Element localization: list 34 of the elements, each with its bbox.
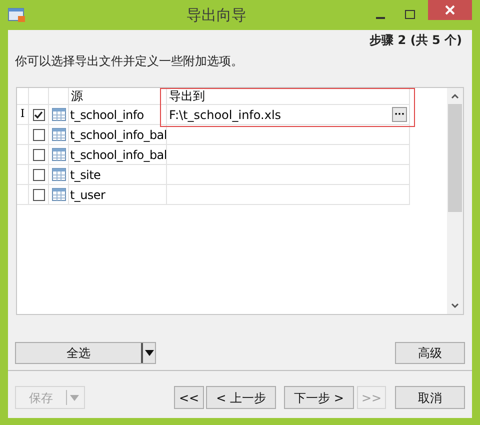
wizard-button[interactable]: << — [174, 386, 204, 409]
checkbox[interactable] — [32, 168, 44, 180]
advanced-button[interactable]: 高级 — [395, 342, 465, 364]
scrollbar-thumb[interactable] — [448, 104, 462, 212]
path-field[interactable]: F:\t_school_info.xls — [169, 106, 282, 124]
checkbox[interactable] — [32, 108, 44, 120]
wizard-button[interactable]: 下一步 > — [284, 386, 354, 409]
window-title: 导出向导 — [186, 4, 248, 26]
checkbox[interactable] — [32, 128, 44, 140]
step-indicator: 步骤 2 (共 5 个) — [370, 32, 462, 49]
select-all-button[interactable]: 全选 — [15, 342, 156, 364]
table-cell-text: t_school_info_bal — [70, 146, 166, 164]
browse-button[interactable]: ··· — [392, 107, 407, 122]
description-text: 你可以选择导出文件并定义一些附加选项。 — [15, 54, 243, 68]
table-icon — [52, 188, 66, 201]
table-icon — [52, 128, 66, 141]
row-marker: I — [20, 106, 25, 122]
column-header[interactable]: 源 — [69, 88, 167, 105]
app-icon — [8, 8, 25, 22]
wizard-button[interactable]: < 上一步 — [206, 386, 276, 409]
wizard-button[interactable]: 取消 — [395, 386, 465, 409]
caret-icon — [70, 394, 79, 400]
table-icon — [52, 148, 66, 161]
checkbox[interactable] — [32, 148, 44, 160]
table-icon — [52, 168, 66, 181]
column-header[interactable]: 导出到 — [167, 88, 410, 105]
checkbox[interactable] — [32, 188, 44, 200]
table-cell-text: t_school_info_bal — [70, 126, 166, 144]
close-button[interactable] — [428, 0, 472, 20]
table-cell-text: t_site — [70, 166, 101, 184]
table-icon — [52, 108, 66, 121]
table-cell-text: t_user — [70, 186, 106, 204]
caret-icon — [144, 350, 154, 356]
table-cell-text: t_school_info — [70, 106, 144, 124]
